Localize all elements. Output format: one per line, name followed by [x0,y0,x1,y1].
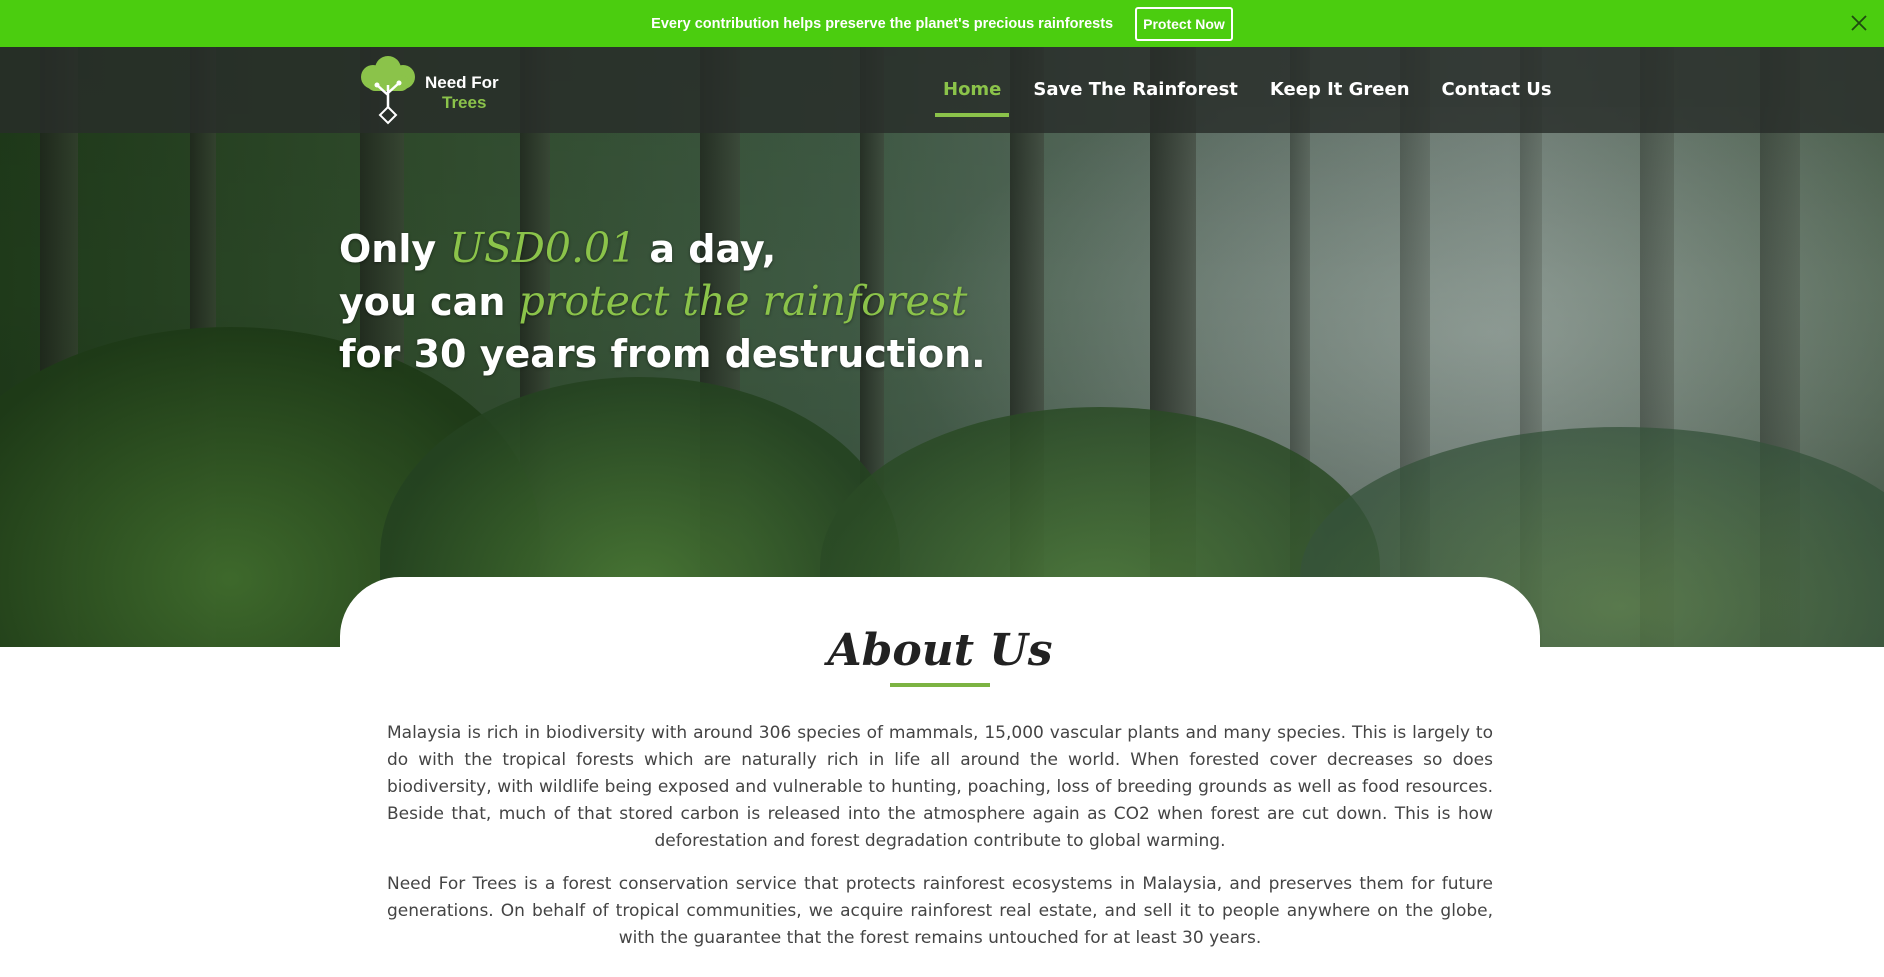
announcement-bar: Every contribution helps preserve the pl… [0,0,1884,47]
about-title: About Us [827,625,1053,676]
brand-name-line1: Need For [425,73,499,92]
hero-headline: Only USD0.01 a day, you can protect the … [339,222,986,380]
protect-now-button[interactable]: Protect Now [1135,6,1233,41]
headline-line3: for 30 years from destruction. [339,332,986,376]
about-paragraph: Malaysia is rich in biodiversity with ar… [387,723,1493,851]
headline-price: USD0.01 [449,224,637,272]
headline-line2-start: you can [339,280,519,324]
headline-line1-end: a day, [636,227,777,271]
main-navbar: Need For Trees Home Save The Rainforest … [0,47,1884,133]
about-section: About Us Malaysia is rich in biodiversit… [340,577,1540,977]
nav-keep-it-green[interactable]: Keep It Green [1270,47,1410,133]
headline-protect-phrase: protect the rainforest [518,277,968,325]
close-icon[interactable] [1848,12,1870,34]
title-divider [890,683,990,687]
announcement-text: Every contribution helps preserve the pl… [651,15,1114,32]
brand-logo[interactable]: Need For Trees [355,55,505,125]
nav-home[interactable]: Home [934,47,1010,133]
nav-contact-us[interactable]: Contact Us [1442,47,1552,133]
brand-name-line2: Trees [442,93,487,112]
about-paragraph: Need For Trees is a forest conservation … [387,874,1493,948]
nav-menu: Home Save The Rainforest Keep It Green C… [934,47,1584,133]
tree-logo-icon [361,56,415,125]
headline-line1-start: Only [339,227,450,271]
nav-save-the-rainforest[interactable]: Save The Rainforest [1033,47,1237,133]
